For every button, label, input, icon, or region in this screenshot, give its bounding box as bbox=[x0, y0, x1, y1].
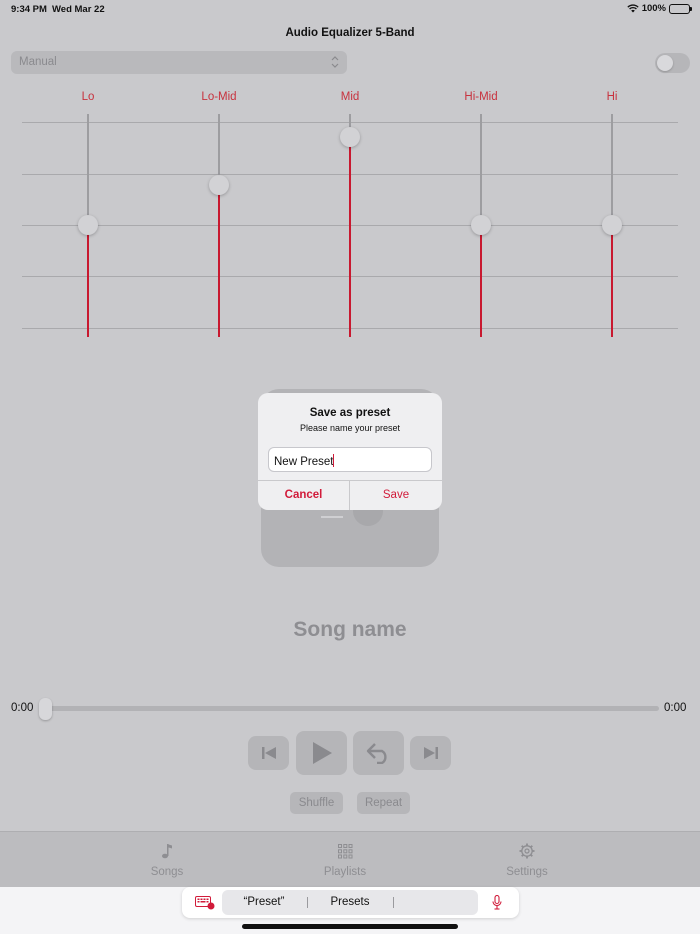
status-time: 9:34 PM bbox=[11, 4, 47, 15]
shuffle-button[interactable]: Shuffle bbox=[290, 792, 343, 814]
keyboard-hide-icon[interactable] bbox=[195, 896, 215, 910]
tab-settings[interactable]: Settings bbox=[467, 841, 587, 878]
progress-slider-thumb[interactable] bbox=[39, 698, 52, 720]
next-button[interactable] bbox=[410, 736, 451, 770]
skip-forward-icon bbox=[423, 747, 438, 759]
keyboard-suggestions: “Preset” Presets bbox=[222, 890, 478, 915]
band-slider-fill[interactable] bbox=[87, 225, 89, 337]
remaining-time: 0:00 bbox=[664, 702, 687, 714]
band-label: Lo bbox=[81, 91, 95, 103]
preset-select-value: Manual bbox=[19, 56, 57, 68]
band-slider-track[interactable] bbox=[480, 114, 482, 225]
dialog-title: Save as preset bbox=[309, 407, 391, 419]
status-right: 100% bbox=[627, 3, 692, 14]
save-button[interactable]: Save bbox=[350, 481, 442, 510]
band-slider-thumb[interactable] bbox=[78, 215, 98, 235]
repeat-button[interactable]: Repeat bbox=[357, 792, 410, 814]
tab-label: Settings bbox=[506, 866, 548, 878]
band-label: Hi bbox=[606, 91, 618, 103]
battery-percent: 100% bbox=[641, 3, 666, 14]
wifi-icon bbox=[627, 4, 639, 13]
band-label: Mid bbox=[340, 91, 360, 103]
cancel-button[interactable]: Cancel bbox=[258, 481, 350, 510]
band-slider-fill[interactable] bbox=[611, 225, 613, 337]
suggestion-item[interactable]: Presets bbox=[331, 896, 370, 908]
tab-bar: Songs Playlists Settings bbox=[0, 831, 700, 887]
toggle-switch[interactable] bbox=[655, 53, 690, 73]
chevron-up-down-icon bbox=[331, 56, 339, 68]
band-slider-track[interactable] bbox=[87, 114, 89, 225]
band-label: Lo-Mid bbox=[201, 91, 237, 103]
play-button[interactable] bbox=[296, 731, 347, 775]
equalizer: Lo Lo-Mid Mid Hi-Mid Hi bbox=[0, 85, 700, 350]
band-slider-track[interactable] bbox=[611, 114, 613, 225]
band-slider-fill[interactable] bbox=[349, 137, 351, 337]
status-bar: 9:34 PM Wed Mar 22 100% bbox=[0, 0, 700, 18]
save-preset-dialog: Save as preset Please name your preset N… bbox=[258, 393, 442, 510]
band-label: Hi-Mid bbox=[464, 91, 498, 103]
page-title: Audio Equalizer 5-Band bbox=[285, 27, 415, 39]
tab-label: Songs bbox=[150, 866, 184, 878]
progress-slider[interactable] bbox=[45, 706, 659, 711]
preset-name-input[interactable]: New Preset bbox=[268, 447, 432, 472]
band-slider-fill[interactable] bbox=[218, 185, 220, 337]
microphone-icon[interactable] bbox=[492, 895, 502, 910]
band-slider-thumb[interactable] bbox=[209, 175, 229, 195]
dialog-buttons: Cancel Save bbox=[258, 480, 442, 510]
suggestion-item[interactable]: “Preset” bbox=[244, 896, 285, 908]
preset-name-value: New Preset bbox=[274, 456, 334, 468]
play-icon bbox=[312, 742, 332, 764]
toggle-knob bbox=[657, 55, 673, 71]
grid-icon bbox=[337, 843, 352, 858]
tab-label: Playlists bbox=[323, 866, 367, 878]
band-slider-thumb[interactable] bbox=[602, 215, 622, 235]
song-name: Song name bbox=[293, 618, 407, 641]
band-slider-thumb[interactable] bbox=[340, 127, 360, 147]
band-slider-fill[interactable] bbox=[480, 225, 482, 337]
previous-button[interactable] bbox=[248, 736, 289, 770]
preset-select[interactable]: Manual bbox=[11, 51, 347, 74]
status-date: Wed Mar 22 bbox=[52, 4, 105, 15]
elapsed-time: 0:00 bbox=[11, 702, 34, 714]
tab-songs[interactable]: Songs bbox=[107, 841, 227, 878]
tab-playlists[interactable]: Playlists bbox=[285, 841, 405, 878]
skip-back-icon bbox=[261, 747, 276, 759]
gear-icon bbox=[519, 843, 535, 859]
dialog-message: Please name your preset bbox=[299, 423, 401, 433]
undo-button[interactable] bbox=[353, 731, 404, 775]
text-caret bbox=[333, 454, 335, 467]
band-slider-thumb[interactable] bbox=[471, 215, 491, 235]
battery-icon bbox=[669, 3, 692, 14]
undo-arrow-icon bbox=[366, 743, 387, 764]
home-indicator bbox=[242, 924, 458, 929]
music-note-icon bbox=[162, 844, 172, 859]
